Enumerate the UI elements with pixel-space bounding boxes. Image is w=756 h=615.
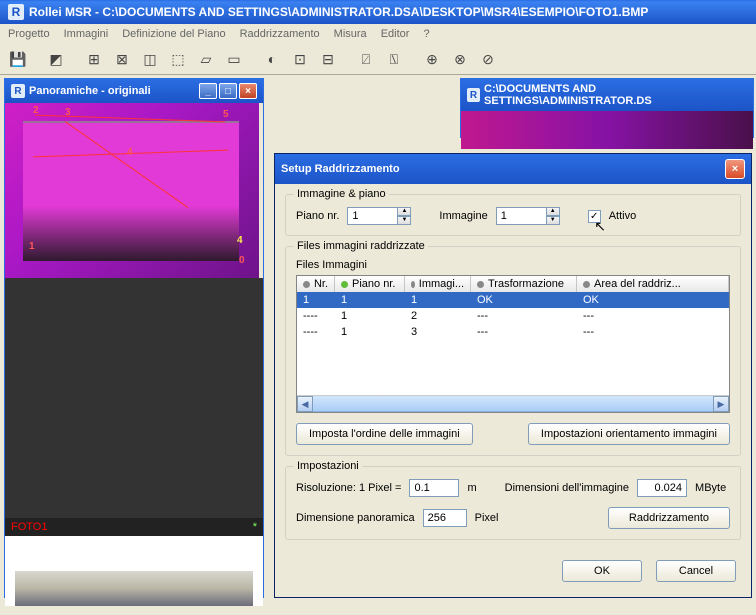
tool3-icon[interactable]: ◫ (138, 47, 162, 71)
piano-input[interactable] (347, 207, 397, 225)
table-body: 1 1 1 OK OK ---- 1 2 --- --- (297, 292, 729, 395)
menu-help[interactable]: ? (423, 28, 429, 40)
preview-image[interactable] (5, 536, 263, 606)
piano-down-icon[interactable]: ▼ (397, 216, 411, 225)
table-scrollbar[interactable]: ◀ ▶ (297, 395, 729, 412)
dark-area (5, 278, 263, 518)
immagine-up-icon[interactable]: ▲ (546, 207, 560, 216)
toolbar: 💾 ◩ ⊞ ⊠ ◫ ⬚ ▱ ▭ ◐ ⊡ ⊟ ⍁ ⍂ ⊕ ⊗ ⊘ (0, 44, 756, 75)
tool14-icon[interactable]: ⊘ (476, 47, 500, 71)
menu-raddrizzamento[interactable]: Raddrizzamento (240, 28, 320, 40)
panel-icon2: R (467, 88, 480, 102)
app-icon: R (8, 4, 24, 20)
fs2-legend: Files immagini raddrizzate (294, 240, 428, 252)
second-titlebar[interactable]: R C:\DOCUMENTS AND SETTINGS\ADMINISTRATOR… (461, 79, 753, 111)
minimize-icon[interactable]: _ (199, 83, 217, 99)
files-table: Nr. Piano nr. Immagi... Trasformazione A… (296, 275, 730, 413)
table-row[interactable]: ---- 1 3 --- --- (297, 324, 729, 340)
image-label: FOTO1* (5, 518, 263, 536)
file-path: C:\DOCUMENTS AND SETTINGS\ADMINISTRATOR.… (102, 5, 648, 19)
col-piano[interactable]: Piano nr. (335, 276, 405, 292)
table-row[interactable]: 1 1 1 OK OK (297, 292, 729, 308)
cancel-button[interactable]: Cancel (656, 560, 736, 582)
tool10-icon[interactable]: ⍁ (354, 47, 378, 71)
close-icon[interactable]: × (239, 83, 257, 99)
panoramiche-titlebar[interactable]: R Panoramiche - originali _ □ × (5, 79, 263, 103)
tool8-icon[interactable]: ⊡ (288, 47, 312, 71)
tool11-icon[interactable]: ⍂ (382, 47, 406, 71)
col-nr[interactable]: Nr. (297, 276, 335, 292)
dim-unit: MByte (695, 482, 726, 494)
app-name: Rollei MSR (29, 5, 92, 19)
immagine-label: Immagine (439, 210, 487, 222)
ordine-button[interactable]: Imposta l'ordine delle immagini (296, 423, 473, 445)
menubar: Progetto Immagini Definizione del Piano … (0, 24, 756, 44)
files-sublabel: Files Immagini (296, 259, 730, 271)
ok-button[interactable]: OK (562, 560, 642, 582)
dim-label: Dimensioni dell'immagine (505, 482, 629, 494)
dialog-titlebar[interactable]: Setup Raddrizzamento × (275, 154, 751, 184)
dim-output (637, 479, 687, 497)
menu-immagini[interactable]: Immagini (64, 28, 109, 40)
second-thumbnail[interactable] (461, 111, 753, 149)
pan-label: Dimensione panoramica (296, 512, 415, 524)
tool-icon[interactable]: ◩ (44, 47, 68, 71)
pan-unit: Pixel (475, 512, 499, 524)
col-area[interactable]: Area del raddriz... (577, 276, 729, 292)
col-trasf[interactable]: Trasformazione (471, 276, 577, 292)
immagine-down-icon[interactable]: ▼ (546, 216, 560, 225)
thumbnail-image[interactable]: 2 3 5 4 1 4 0 (5, 103, 259, 278)
second-panel: R C:\DOCUMENTS AND SETTINGS\ADMINISTRATOR… (460, 78, 754, 138)
piano-label: Piano nr. (296, 210, 339, 222)
menu-misura[interactable]: Misura (334, 28, 367, 40)
tool6-icon[interactable]: ▭ (222, 47, 246, 71)
menu-progetto[interactable]: Progetto (8, 28, 50, 40)
menu-editor[interactable]: Editor (381, 28, 410, 40)
scroll-right-icon[interactable]: ▶ (713, 396, 729, 412)
maximize-icon[interactable]: □ (219, 83, 237, 99)
raddrizzamento-button[interactable]: Raddrizzamento (608, 507, 730, 529)
table-header: Nr. Piano nr. Immagi... Trasformazione A… (297, 276, 729, 292)
workspace: R Panoramiche - originali _ □ × 2 3 5 4 1… (0, 75, 756, 615)
piano-up-icon[interactable]: ▲ (397, 207, 411, 216)
panel-icon: R (11, 84, 25, 98)
app-titlebar: R Rollei MSR - C:\DOCUMENTS AND SETTINGS… (0, 0, 756, 24)
save-icon[interactable]: 💾 (6, 47, 30, 71)
table-row[interactable]: ---- 1 2 --- --- (297, 308, 729, 324)
risoluzione-unit: m (467, 482, 476, 494)
tool13-icon[interactable]: ⊗ (448, 47, 472, 71)
fieldset-impostazioni: Impostazioni Risoluzione: 1 Pixel = m Di… (285, 466, 741, 540)
fieldset-files: Files immagini raddrizzate Files Immagin… (285, 246, 741, 456)
tool4-icon[interactable]: ⬚ (166, 47, 190, 71)
cursor-icon: ↖ (594, 218, 606, 235)
tool7-icon[interactable]: ◐ (260, 47, 284, 71)
tool5-icon[interactable]: ▱ (194, 47, 218, 71)
tool12-icon[interactable]: ⊕ (420, 47, 444, 71)
second-title-text: C:\DOCUMENTS AND SETTINGS\ADMINISTRATOR.… (484, 83, 747, 107)
tool9-icon[interactable]: ⊟ (316, 47, 340, 71)
grid2-icon[interactable]: ⊠ (110, 47, 134, 71)
setup-dialog: Setup Raddrizzamento × Immagine & piano … (274, 153, 752, 598)
orientamento-button[interactable]: Impostazioni orientamento immagini (528, 423, 730, 445)
immagine-input[interactable] (496, 207, 546, 225)
panoramiche-panel: R Panoramiche - originali _ □ × 2 3 5 4 1… (4, 78, 264, 598)
col-immagi[interactable]: Immagi... (405, 276, 471, 292)
scroll-left-icon[interactable]: ◀ (297, 396, 313, 412)
grid-icon[interactable]: ⊞ (82, 47, 106, 71)
risoluzione-label: Risoluzione: 1 Pixel = (296, 482, 401, 494)
fieldset-immagine-piano: Immagine & piano Piano nr. ▲▼ Immagine ▲… (285, 194, 741, 236)
panoramiche-title-text: Panoramiche - originali (29, 85, 151, 97)
dialog-title-text: Setup Raddrizzamento (281, 163, 400, 175)
risoluzione-input[interactable] (409, 479, 459, 497)
dialog-close-icon[interactable]: × (725, 159, 745, 179)
fs3-legend: Impostazioni (294, 460, 362, 472)
attivo-label: Attivo (609, 210, 637, 222)
fs1-legend: Immagine & piano (294, 188, 389, 200)
pan-input[interactable] (423, 509, 467, 527)
menu-definizione[interactable]: Definizione del Piano (122, 28, 225, 40)
